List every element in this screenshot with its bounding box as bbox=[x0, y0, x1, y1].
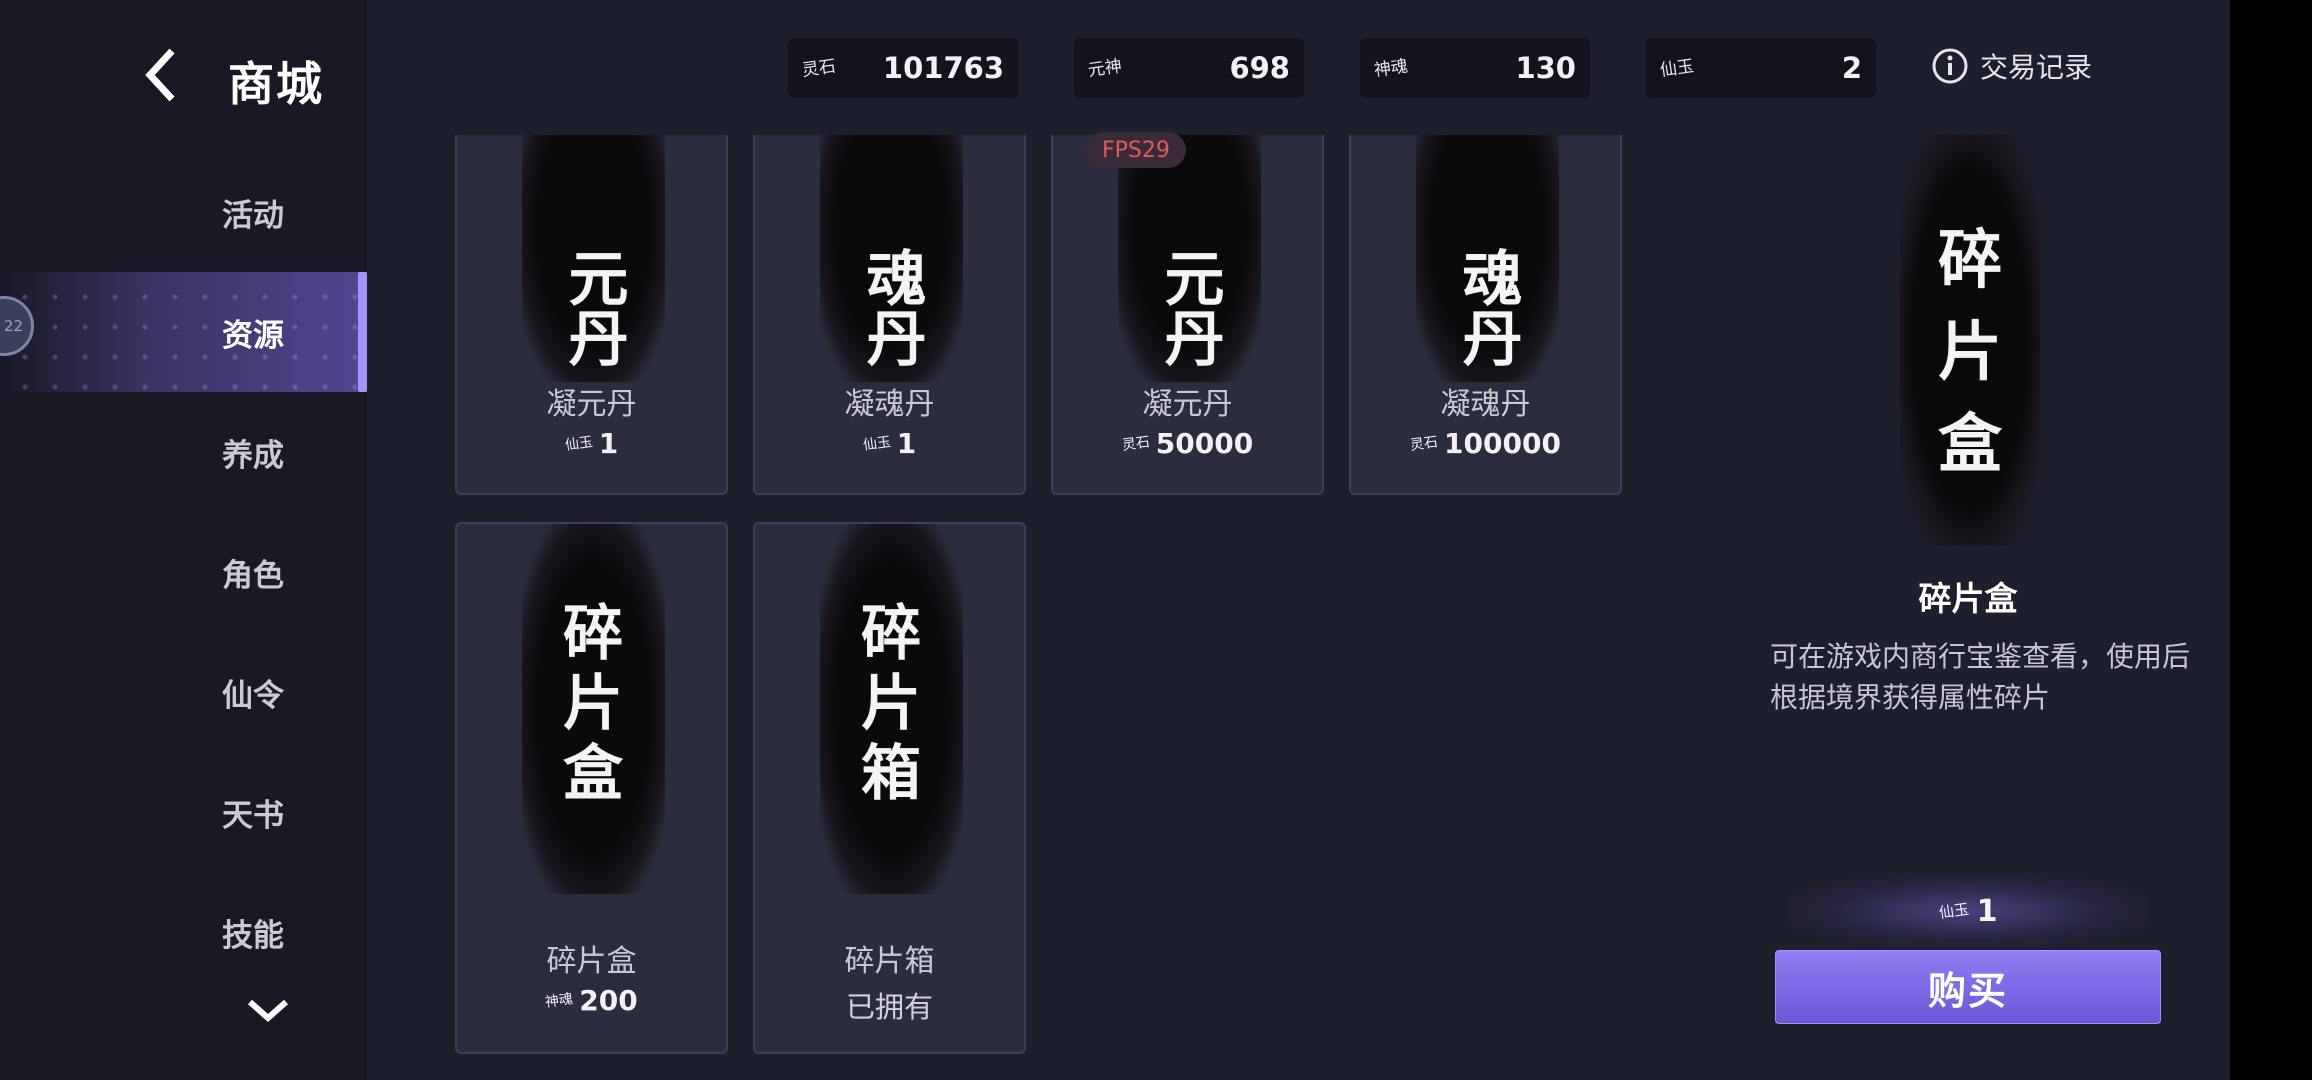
sidebar-item-tianshu[interactable]: 天书 bbox=[0, 752, 367, 872]
item-name: 碎片箱 bbox=[844, 944, 935, 979]
item-card[interactable]: 元丹 凝元丹 仙玉 1 bbox=[455, 110, 728, 495]
item-price: 仙玉 1 bbox=[457, 427, 726, 460]
sidebar-item-label: 养成 bbox=[222, 437, 284, 474]
sidebar-item-label: 天书 bbox=[222, 797, 284, 834]
sidebar-item-label: 资源 bbox=[222, 317, 284, 354]
currency-lingshi[interactable]: 灵石 101763 bbox=[788, 38, 1018, 98]
detail-banner: 碎片盒 bbox=[1900, 135, 2040, 545]
item-name: 凝元丹 bbox=[546, 387, 637, 422]
transaction-history-button[interactable]: 交易记录 bbox=[1930, 44, 2092, 88]
item-price: 灵石 50000 bbox=[1053, 427, 1322, 460]
price-value: 50000 bbox=[1155, 427, 1254, 460]
lingshi-icon: 灵石 bbox=[800, 55, 838, 81]
currency-xianyu[interactable]: 仙玉 2 bbox=[1646, 38, 1876, 98]
page-title: 商城 bbox=[228, 57, 324, 111]
currency-icon: 灵石 bbox=[1120, 433, 1151, 454]
currency-value: 2 bbox=[1841, 51, 1862, 85]
item-card[interactable]: 魂丹 凝魂丹 灵石 100000 bbox=[1349, 110, 1622, 495]
shop-screen: 元丹 凝元丹 仙玉 1 魂丹 凝魂丹 仙玉 1 元丹 凝元丹 灵石 50000 … bbox=[0, 0, 2230, 1080]
currency-value: 130 bbox=[1515, 51, 1576, 85]
price-value: 200 bbox=[579, 984, 638, 1017]
item-card[interactable]: 元丹 凝元丹 灵石 50000 bbox=[1051, 110, 1324, 495]
item-name: 凝魂丹 bbox=[1440, 387, 1531, 422]
item-banner-text: 魂丹 bbox=[856, 247, 926, 367]
xianyu-icon: 仙玉 bbox=[1658, 55, 1696, 81]
screen-edge bbox=[2230, 0, 2312, 1080]
item-card[interactable]: 碎片盒 碎片盒 神魂 200 bbox=[455, 522, 728, 1054]
item-status: 已拥有 bbox=[755, 984, 1024, 1026]
sidebar-item-resources[interactable]: 资源 bbox=[0, 272, 367, 392]
item-name: 凝魂丹 bbox=[844, 387, 935, 422]
item-banner: 魂丹 bbox=[820, 112, 963, 382]
item-card[interactable]: 魂丹 凝魂丹 仙玉 1 bbox=[753, 110, 1026, 495]
price-value: 100000 bbox=[1444, 427, 1561, 460]
currency-icon: 神魂 bbox=[544, 990, 575, 1011]
currency-icon: 仙玉 bbox=[563, 433, 594, 454]
item-banner-text: 碎片箱 bbox=[861, 599, 921, 809]
sidebar-item-character[interactable]: 角色 bbox=[0, 512, 367, 632]
currency-icon: 灵石 bbox=[1409, 433, 1440, 454]
item-banner: 魂丹 bbox=[1416, 112, 1559, 382]
chevron-down-icon bbox=[248, 999, 288, 1023]
buy-button[interactable]: 购买 bbox=[1775, 950, 2161, 1024]
sidebar: 商城 活动 资源 养成 角色 仙令 天书 技能 22 bbox=[0, 0, 367, 1080]
sidebar-item-label: 技能 bbox=[222, 917, 284, 954]
history-label: 交易记录 bbox=[1980, 51, 2093, 84]
back-button[interactable] bbox=[132, 40, 192, 110]
chevron-left-icon bbox=[145, 48, 175, 102]
item-banner-text: 碎片盒 bbox=[563, 599, 623, 809]
item-price: 灵石 100000 bbox=[1351, 427, 1620, 460]
currency-value: 698 bbox=[1229, 51, 1290, 85]
item-card[interactable]: 碎片箱 碎片箱 已拥有 bbox=[753, 522, 1026, 1054]
item-banner-text: 元丹 bbox=[1154, 247, 1224, 367]
item-banner: 碎片箱 bbox=[820, 524, 963, 894]
sidebar-item-activity[interactable]: 活动 bbox=[0, 152, 367, 272]
detail-price: 仙玉 1 bbox=[1788, 873, 2148, 949]
scroll-more-button[interactable] bbox=[243, 990, 293, 1030]
price-value: 1 bbox=[1976, 893, 1998, 929]
item-name: 凝元丹 bbox=[1142, 387, 1233, 422]
info-icon bbox=[1932, 48, 1968, 84]
detail-banner-text: 碎片盒 bbox=[1938, 223, 2002, 482]
currency-yuanshen[interactable]: 元神 698 bbox=[1074, 38, 1304, 98]
detail-item-name: 碎片盒 bbox=[1918, 579, 2018, 618]
item-price: 神魂 200 bbox=[457, 984, 726, 1017]
sidebar-item-label: 仙令 bbox=[222, 677, 284, 714]
item-name: 碎片盒 bbox=[546, 944, 637, 979]
yuanshen-icon: 元神 bbox=[1086, 55, 1124, 81]
owned-label: 已拥有 bbox=[845, 990, 933, 1024]
item-price: 仙玉 1 bbox=[755, 427, 1024, 460]
active-indicator bbox=[358, 272, 367, 392]
item-banner: 元丹 bbox=[522, 112, 665, 382]
currency-value: 101763 bbox=[882, 51, 1004, 85]
sidebar-item-skills[interactable]: 技能 bbox=[0, 872, 367, 992]
fps-counter: FPS29 bbox=[1086, 132, 1186, 168]
sidebar-item-label: 活动 bbox=[222, 197, 284, 234]
price-value: 1 bbox=[896, 427, 917, 460]
buy-label: 购买 bbox=[1927, 968, 2008, 1013]
detail-description: 可在游戏内商行宝鉴查看，使用后根据境界获得属性碎片 bbox=[1770, 640, 2191, 714]
shenhun-icon: 神魂 bbox=[1372, 55, 1410, 81]
item-banner-text: 元丹 bbox=[558, 247, 628, 367]
sidebar-item-cultivate[interactable]: 养成 bbox=[0, 392, 367, 512]
currency-icon: 仙玉 bbox=[1937, 899, 1970, 922]
currency-shenhun[interactable]: 神魂 130 bbox=[1360, 38, 1590, 98]
sidebar-item-label: 角色 bbox=[222, 557, 284, 594]
price-value: 1 bbox=[598, 427, 619, 460]
currency-icon: 仙玉 bbox=[861, 433, 892, 454]
item-banner: 碎片盒 bbox=[522, 524, 665, 894]
item-banner-text: 魂丹 bbox=[1452, 247, 1522, 367]
sidebar-item-xianling[interactable]: 仙令 bbox=[0, 632, 367, 752]
